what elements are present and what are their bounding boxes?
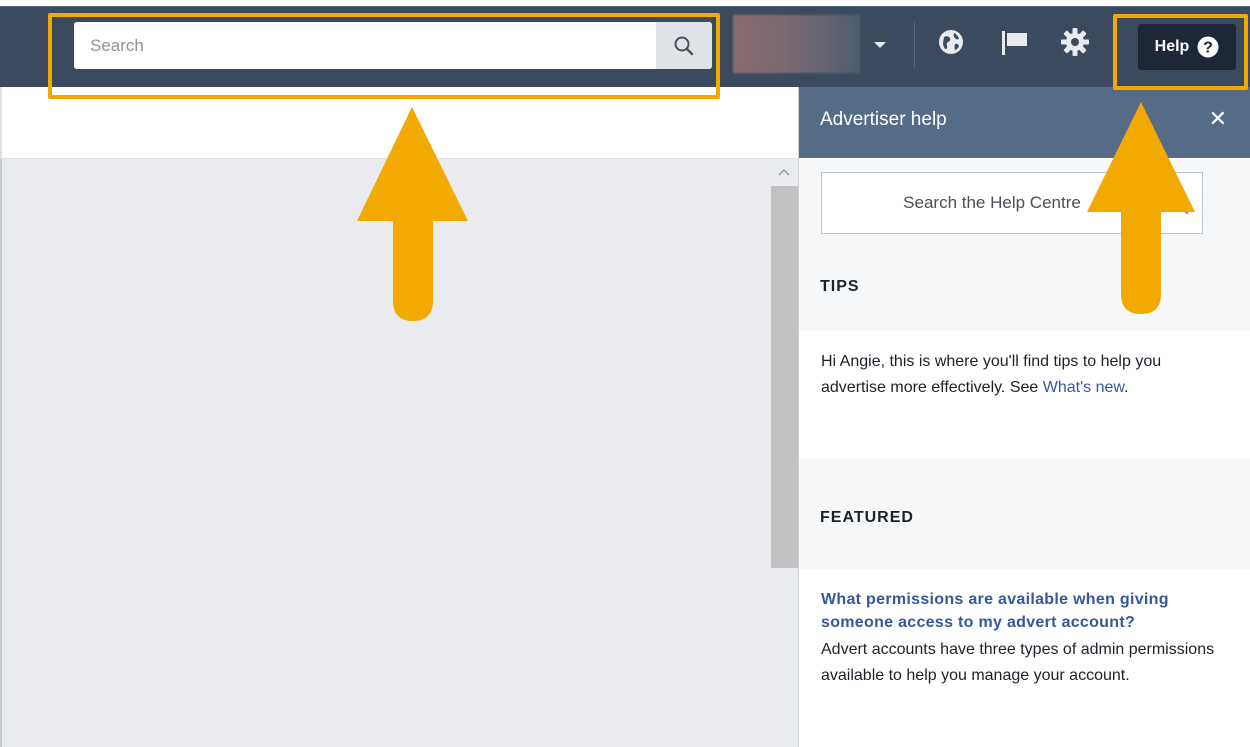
help-highlight-box (1113, 14, 1248, 90)
whats-new-link[interactable]: What's new (1043, 379, 1124, 396)
toolbar-divider (914, 22, 915, 68)
featured-article-title-link[interactable]: What permissions are available when givi… (821, 588, 1229, 634)
featured-article-summary: Advert accounts have three types of admi… (821, 641, 1215, 684)
annotation-arrow-icon (357, 107, 468, 321)
account-selector[interactable] (733, 15, 860, 73)
help-panel-title: Advertiser help (820, 109, 947, 130)
scroll-up-arrow-icon[interactable] (778, 168, 790, 176)
flag-icon[interactable] (999, 27, 1029, 57)
close-icon[interactable]: ✕ (1209, 107, 1227, 132)
annotation-arrow-icon (1087, 102, 1195, 314)
globe-icon[interactable] (936, 27, 966, 57)
featured-card: What permissions are available when givi… (799, 570, 1250, 747)
tips-card: Hi Angie, this is where you'll find tips… (799, 331, 1250, 459)
gear-icon[interactable] (1060, 27, 1090, 57)
search-highlight-box (48, 13, 720, 99)
tips-text-end: . (1124, 379, 1129, 396)
scrollbar-thumb[interactable] (771, 186, 798, 568)
featured-heading: FEATURED (820, 509, 914, 526)
tips-heading: TIPS (820, 278, 860, 295)
caret-down-icon[interactable] (874, 42, 886, 48)
